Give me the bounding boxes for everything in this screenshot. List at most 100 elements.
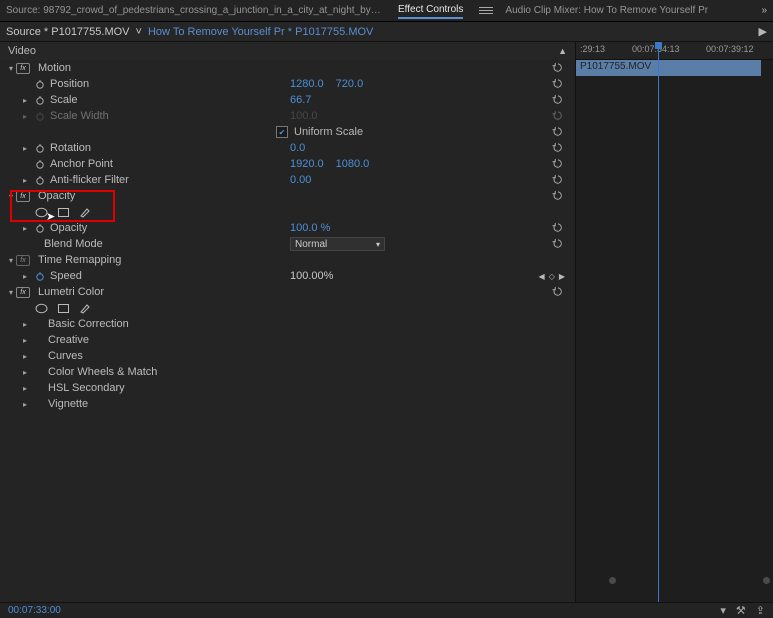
stopwatch-icon[interactable] [34, 174, 46, 186]
reset-icon[interactable] [551, 94, 565, 106]
scrollbar-handle-right[interactable] [763, 577, 770, 584]
lumetri-hsl-secondary[interactable]: HSL Secondary [48, 382, 125, 394]
stopwatch-icon[interactable] [34, 270, 46, 282]
twirl-icon[interactable]: ▾ [6, 192, 16, 201]
rectangle-mask-icon[interactable] [56, 302, 70, 314]
twirl-icon[interactable]: ▸ [20, 176, 30, 185]
lumetri-color-wheels[interactable]: Color Wheels & Match [48, 366, 157, 378]
reset-icon[interactable] [551, 190, 565, 202]
play-icon[interactable]: ▶ [759, 25, 767, 38]
scale-width-value: 100.0 [290, 110, 318, 122]
scrollbar-handle-left[interactable] [609, 577, 616, 584]
rectangle-mask-icon[interactable] [56, 206, 70, 218]
lumetri-vignette[interactable]: Vignette [48, 398, 88, 410]
prop-scale[interactable]: Scale [50, 94, 78, 106]
anchor-y[interactable]: 1080.0 [336, 158, 370, 170]
opacity-value[interactable]: 100.0 % [290, 222, 330, 234]
prop-rotation[interactable]: Rotation [50, 142, 91, 154]
clip-bar[interactable]: P1017755.MOV [576, 60, 761, 76]
add-keyframe-icon[interactable]: ◇ [549, 272, 555, 281]
ellipse-mask-icon[interactable] [34, 302, 48, 314]
uniform-scale-label: Uniform Scale [294, 126, 363, 138]
position-y[interactable]: 720.0 [336, 78, 364, 90]
timeline-scrollbar[interactable] [579, 577, 770, 584]
prop-anchor-point[interactable]: Anchor Point [50, 158, 113, 170]
anchor-x[interactable]: 1920.0 [290, 158, 324, 170]
fx-badge-icon[interactable]: fx [16, 63, 30, 74]
reset-icon[interactable] [551, 158, 565, 170]
reset-icon[interactable] [551, 62, 565, 74]
export-icon[interactable]: ⇪ [756, 604, 765, 617]
source-dropdown-icon[interactable]: ˅ [136, 26, 142, 38]
playhead[interactable] [658, 42, 659, 602]
fx-badge-icon[interactable]: fx [16, 255, 30, 266]
stopwatch-icon[interactable] [34, 94, 46, 106]
fx-badge-icon[interactable]: fx [16, 287, 30, 298]
reset-icon[interactable] [551, 286, 565, 298]
stopwatch-icon[interactable] [34, 142, 46, 154]
twirl-icon[interactable]: ▾ [6, 64, 16, 73]
reset-icon[interactable] [551, 238, 565, 250]
filter-icon[interactable]: ▾ [720, 604, 726, 617]
stopwatch-icon [34, 110, 46, 122]
twirl-icon[interactable]: ▸ [20, 368, 30, 377]
stopwatch-icon[interactable] [34, 78, 46, 90]
reset-icon[interactable] [551, 222, 565, 234]
twirl-icon[interactable]: ▾ [6, 256, 16, 265]
twirl-icon[interactable]: ▸ [20, 384, 30, 393]
tab-effect-controls[interactable]: Effect Controls [398, 4, 463, 19]
twirl-icon[interactable]: ▸ [20, 96, 30, 105]
fx-badge-icon[interactable]: fx [16, 191, 30, 202]
twirl-icon[interactable]: ▸ [20, 400, 30, 409]
effect-time-remapping[interactable]: Time Remapping [38, 254, 121, 266]
wrench-icon[interactable]: ⚒ [736, 604, 746, 617]
twirl-icon[interactable]: ▾ [6, 288, 16, 297]
twirl-icon[interactable]: ▸ [20, 320, 30, 329]
pen-mask-icon[interactable] [78, 206, 92, 218]
lumetri-curves[interactable]: Curves [48, 350, 83, 362]
twirl-icon[interactable]: ▸ [20, 336, 30, 345]
lumetri-creative[interactable]: Creative [48, 334, 89, 346]
scale-value[interactable]: 66.7 [290, 94, 311, 106]
twirl-icon[interactable]: ▸ [20, 272, 30, 281]
prop-speed[interactable]: Speed [50, 270, 82, 282]
antiflicker-value[interactable]: 0.00 [290, 174, 311, 186]
tick-label: :29:13 [580, 44, 605, 54]
reset-icon[interactable] [551, 174, 565, 186]
uniform-scale-checkbox[interactable]: ✔ [276, 126, 288, 138]
reset-icon[interactable] [551, 142, 565, 154]
blend-mode-dropdown[interactable]: Normal▾ [290, 237, 385, 251]
twirl-icon[interactable]: ▸ [20, 144, 30, 153]
panel-menu-icon[interactable] [479, 7, 493, 14]
next-keyframe-icon[interactable]: ▶ [559, 272, 565, 281]
ellipse-mask-icon[interactable] [34, 206, 48, 218]
twirl-icon[interactable]: ▸ [20, 224, 30, 233]
reset-icon[interactable] [551, 110, 565, 122]
pen-mask-icon[interactable] [78, 302, 92, 314]
tab-audio-mixer[interactable]: Audio Clip Mixer: How To Remove Yourself… [505, 5, 708, 16]
sequence-clip-link[interactable]: How To Remove Yourself Pr * P1017755.MOV [148, 26, 373, 38]
reset-icon[interactable] [551, 126, 565, 138]
tab-source[interactable]: Source: 98792_crowd_of_pedestrians_cross… [6, 5, 386, 16]
prop-opacity[interactable]: Opacity [50, 222, 87, 234]
stopwatch-icon[interactable] [34, 222, 46, 234]
twirl-icon[interactable]: ▸ [20, 352, 30, 361]
prop-antiflicker[interactable]: Anti-flicker Filter [50, 174, 129, 186]
overflow-chevron-icon[interactable]: » [761, 5, 767, 16]
position-x[interactable]: 1280.0 [290, 78, 324, 90]
prop-position[interactable]: Position [50, 78, 89, 90]
current-timecode[interactable]: 00:07:33:00 [8, 605, 61, 616]
effect-motion[interactable]: Motion [38, 62, 71, 74]
prev-keyframe-icon[interactable]: ◀ [539, 272, 545, 281]
effect-opacity[interactable]: Opacity [38, 190, 75, 202]
tick-label: 00:07:39:12 [706, 44, 754, 54]
chevron-down-icon: ▾ [376, 240, 380, 249]
lumetri-basic-correction[interactable]: Basic Correction [48, 318, 129, 330]
time-ruler[interactable]: :29:13 00:07:34:13 00:07:39:12 [576, 42, 773, 60]
effect-lumetri[interactable]: Lumetri Color [38, 286, 104, 298]
stopwatch-icon[interactable] [34, 158, 46, 170]
collapse-icon[interactable]: ▲ [558, 46, 567, 56]
prop-blend-mode: Blend Mode [44, 238, 103, 250]
rotation-value[interactable]: 0.0 [290, 142, 305, 154]
reset-icon[interactable] [551, 78, 565, 90]
